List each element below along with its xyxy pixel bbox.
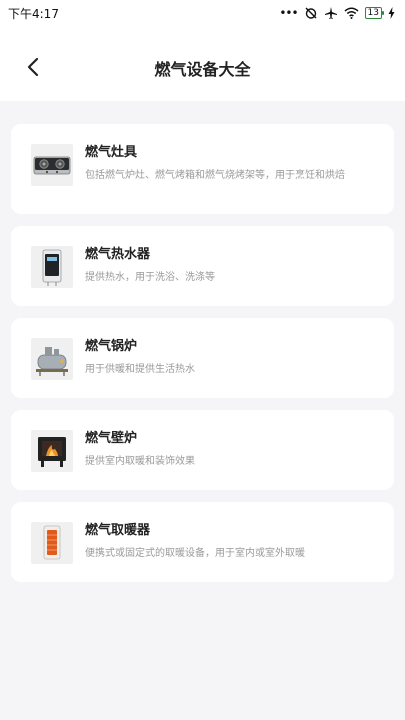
boiler-image [31, 338, 73, 380]
item-description: 用于供暖和提供生活热水 [85, 364, 195, 375]
item-title: 燃气热水器 [85, 247, 151, 262]
page-title: 燃气设备大全 [154, 60, 251, 79]
wifi-icon [344, 6, 359, 20]
status-time: 下午4:17 [8, 6, 59, 21]
item-description: 提供热水，用于洗浴、洗涤等 [85, 272, 215, 283]
list-item-gas-stove[interactable]: 燃气灶具 包括燃气炉灶、燃气烤箱和燃气烧烤架等，用于烹饪和烘焙 [11, 124, 394, 214]
item-title: 燃气灶具 [85, 145, 138, 160]
list-item-gas-fireplace[interactable]: 燃气壁炉 提供室内取暖和装饰效果 [11, 410, 394, 490]
gas-stove-image [31, 144, 73, 186]
status-bar: 下午4:17 ••• 13 [0, 0, 405, 26]
item-description: 提供室内取暖和装饰效果 [85, 456, 195, 467]
header: 燃气设备大全 [0, 26, 405, 101]
charging-icon [388, 6, 395, 20]
device-list: 燃气灶具 包括燃气炉灶、燃气烤箱和燃气烧烤架等，用于烹饪和烘焙 燃气热水器 提供… [11, 124, 394, 594]
airplane-icon [324, 6, 338, 20]
item-description: 包括燃气炉灶、燃气烤箱和燃气烧烤架等，用于烹饪和烘焙 [85, 170, 345, 181]
alarm-off-icon [304, 6, 318, 20]
fireplace-image [31, 430, 73, 472]
list-item-gas-heater[interactable]: 燃气取暖器 便携式或固定式的取暖设备，用于室内或室外取暖 [11, 502, 394, 582]
item-title: 燃气壁炉 [85, 431, 138, 446]
battery-level: 13 [367, 7, 379, 18]
notification-dots: ••• [279, 6, 298, 20]
status-icons: ••• 13 [279, 6, 395, 20]
item-title: 燃气取暖器 [85, 523, 151, 538]
list-item-gas-boiler[interactable]: 燃气锅炉 用于供暖和提供生活热水 [11, 318, 394, 398]
battery-icon: 13 [364, 7, 385, 19]
item-title: 燃气锅炉 [85, 339, 138, 354]
list-item-gas-water-heater[interactable]: 燃气热水器 提供热水，用于洗浴、洗涤等 [11, 226, 394, 306]
water-heater-image [31, 246, 73, 288]
item-description: 便携式或固定式的取暖设备，用于室内或室外取暖 [85, 548, 305, 559]
heater-image [31, 522, 73, 564]
